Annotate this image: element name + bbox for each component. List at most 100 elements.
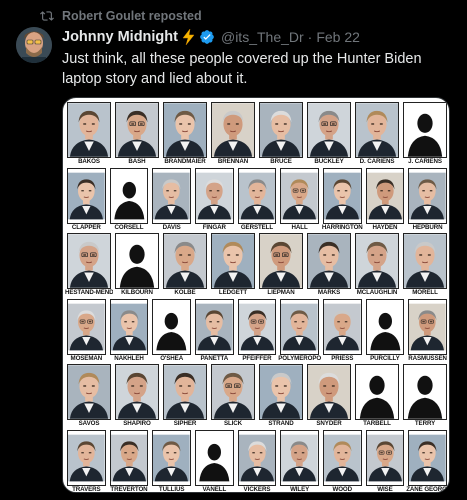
- post-date[interactable]: Feb 22: [316, 29, 360, 45]
- portrait-name-label: BASH: [128, 158, 146, 165]
- portrait-name-label: TRAVERS: [72, 485, 101, 493]
- portrait-photo: [237, 429, 277, 486]
- portrait-photo: [237, 298, 277, 355]
- portrait-card: PFEIFFER: [236, 298, 279, 365]
- portrait-photo: [67, 233, 111, 289]
- portrait-row: SAVOS SHAPIRO SIPHER SLICK STRAND SNYDER TARBE…: [65, 364, 449, 430]
- portrait-name-label: BRUCE: [270, 158, 292, 165]
- portrait-photo: [67, 298, 106, 355]
- portrait-card: BRUCE: [257, 102, 305, 168]
- portrait-card: SLICK: [209, 364, 257, 430]
- repost-label: Robert Goulet reposted: [62, 9, 202, 23]
- portrait-photo: [163, 102, 207, 158]
- portrait-name-label: VANELL: [202, 485, 227, 493]
- portrait-photo: [307, 233, 351, 289]
- portrait-card: O'SHEA: [150, 298, 193, 365]
- silhouette-placeholder-icon: [403, 364, 447, 420]
- portrait-photo: [163, 364, 207, 420]
- portrait-name-label: PURCILLY: [370, 354, 400, 362]
- silhouette-placeholder-icon: [109, 167, 149, 224]
- portrait-name-label: KOLBE: [174, 289, 196, 296]
- portrait-card: SIPHER: [161, 364, 209, 430]
- silhouette-placeholder-icon: [365, 298, 405, 355]
- repost-indicator[interactable]: Robert Goulet reposted: [40, 8, 202, 24]
- portrait-name-label: CORSELL: [114, 223, 144, 231]
- lightning-bolt-icon: [182, 29, 195, 45]
- portrait-row: HESTAND-MENDEZ KILBOURN KOLBE LEDGETT LIEPMA…: [65, 233, 449, 299]
- portrait-name-label: O'SHEA: [160, 354, 184, 362]
- portrait-name-label: HEPBURN: [412, 223, 443, 231]
- portrait-photo: [115, 364, 159, 420]
- portrait-card: KOLBE: [161, 233, 209, 299]
- author-display-name[interactable]: Johnny Midnight: [62, 29, 178, 45]
- portrait-name-label: LEDGETT: [218, 289, 248, 296]
- portrait-name-label: HAYDEN: [372, 223, 398, 231]
- portrait-photo: [67, 102, 111, 158]
- portrait-card: DAVIS: [150, 167, 193, 234]
- portrait-card: D. CARIENS: [353, 102, 401, 168]
- portrait-name-label: HARRINGTON: [321, 223, 363, 231]
- tweet-media-image[interactable]: BAKOS BASH BRANDMAIER BRENNAN BRUCE BUCKLEY D.…: [62, 97, 450, 493]
- portrait-photo: [67, 364, 111, 420]
- author-handle[interactable]: @its_The_Dr: [221, 29, 304, 45]
- portrait-card: BRANDMAIER: [161, 102, 209, 168]
- portrait-card: SNYDER: [305, 364, 353, 430]
- silhouette-placeholder-icon: [152, 298, 191, 355]
- portrait-card: ZANE GEORGE: [406, 429, 449, 493]
- portrait-card: HESTAND-MENDEZ: [65, 233, 113, 299]
- portrait-photo: [259, 364, 303, 420]
- portrait-card: RASMUSSEN: [406, 298, 449, 365]
- portrait-name-label: MOSEMAN: [70, 354, 103, 362]
- portrait-photo: [403, 233, 447, 289]
- portrait-photo: [152, 429, 191, 486]
- portrait-name-label: SLICK: [223, 420, 243, 427]
- portrait-photo: [408, 298, 447, 355]
- portrait-card: SAVOS: [65, 364, 113, 430]
- portrait-photo: [408, 429, 447, 486]
- portrait-name-label: TREVERTON: [110, 485, 148, 493]
- portrait-name-label: TULLIUS: [158, 485, 185, 493]
- portrait-card: MORELL: [401, 233, 449, 299]
- portrait-card: VANELL: [193, 429, 236, 493]
- portrait-card: KILBOURN: [113, 233, 161, 299]
- portrait-name-label: BAKOS: [78, 158, 100, 165]
- portrait-name-label: CLAPPER: [71, 223, 101, 231]
- portrait-name-label: WOOD: [332, 485, 353, 493]
- tweet-header: Johnny Midnight @its_The_Dr · Feb 22: [62, 27, 360, 47]
- portrait-photo: [365, 429, 405, 486]
- portrait-row: CLAPPER CORSELL DAVIS FINGAR GERSTELL HALL HAR…: [65, 167, 449, 234]
- portrait-card: PANETTA: [193, 298, 236, 365]
- portrait-card: BASH: [113, 102, 161, 168]
- portrait-photo: [211, 102, 255, 158]
- portrait-card: HALL: [278, 167, 321, 234]
- portrait-name-label: STRAND: [268, 420, 294, 427]
- portrait-name-label: PRIESS: [331, 354, 354, 362]
- portrait-card: STRAND: [257, 364, 305, 430]
- portrait-photo: [163, 233, 207, 289]
- portrait-card: MARKS: [305, 233, 353, 299]
- portrait-name-label: SNYDER: [316, 420, 342, 427]
- portrait-name-label: KILBOURN: [121, 289, 153, 296]
- avatar[interactable]: [16, 27, 52, 63]
- portrait-card: VICKERS: [236, 429, 279, 492]
- portrait-photo: [307, 102, 351, 158]
- portrait-photo: [365, 167, 405, 224]
- portrait-name-label: TARBELL: [363, 420, 391, 427]
- portrait-photo: [322, 298, 362, 355]
- portrait-name-label: SAVOS: [78, 420, 100, 427]
- portrait-name-label: ZANE GEORGE: [406, 485, 449, 493]
- portrait-photo: [211, 233, 255, 289]
- portrait-card: CORSELL: [108, 167, 151, 234]
- portrait-photo: [355, 102, 399, 158]
- portrait-photo: [307, 364, 351, 420]
- portrait-name-label: PFEIFFER: [242, 354, 272, 362]
- portrait-card: WOOD: [321, 429, 364, 493]
- portrait-row: TRAVERS TREVERTON TULLIUS VANELL VICKERS WILE…: [65, 429, 449, 493]
- portrait-name-label: HALL: [291, 223, 308, 231]
- verified-badge-icon[interactable]: [199, 29, 215, 45]
- portrait-photo: [152, 167, 191, 224]
- portrait-row: MOSEMAN NAKHLEH O'SHEA PANETTA PFEIFFER POLYM…: [65, 298, 449, 365]
- portrait-card: LEDGETT: [209, 233, 257, 299]
- portrait-name-label: HESTAND-MENDEZ: [65, 289, 113, 296]
- portrait-card: SHAPIRO: [113, 364, 161, 430]
